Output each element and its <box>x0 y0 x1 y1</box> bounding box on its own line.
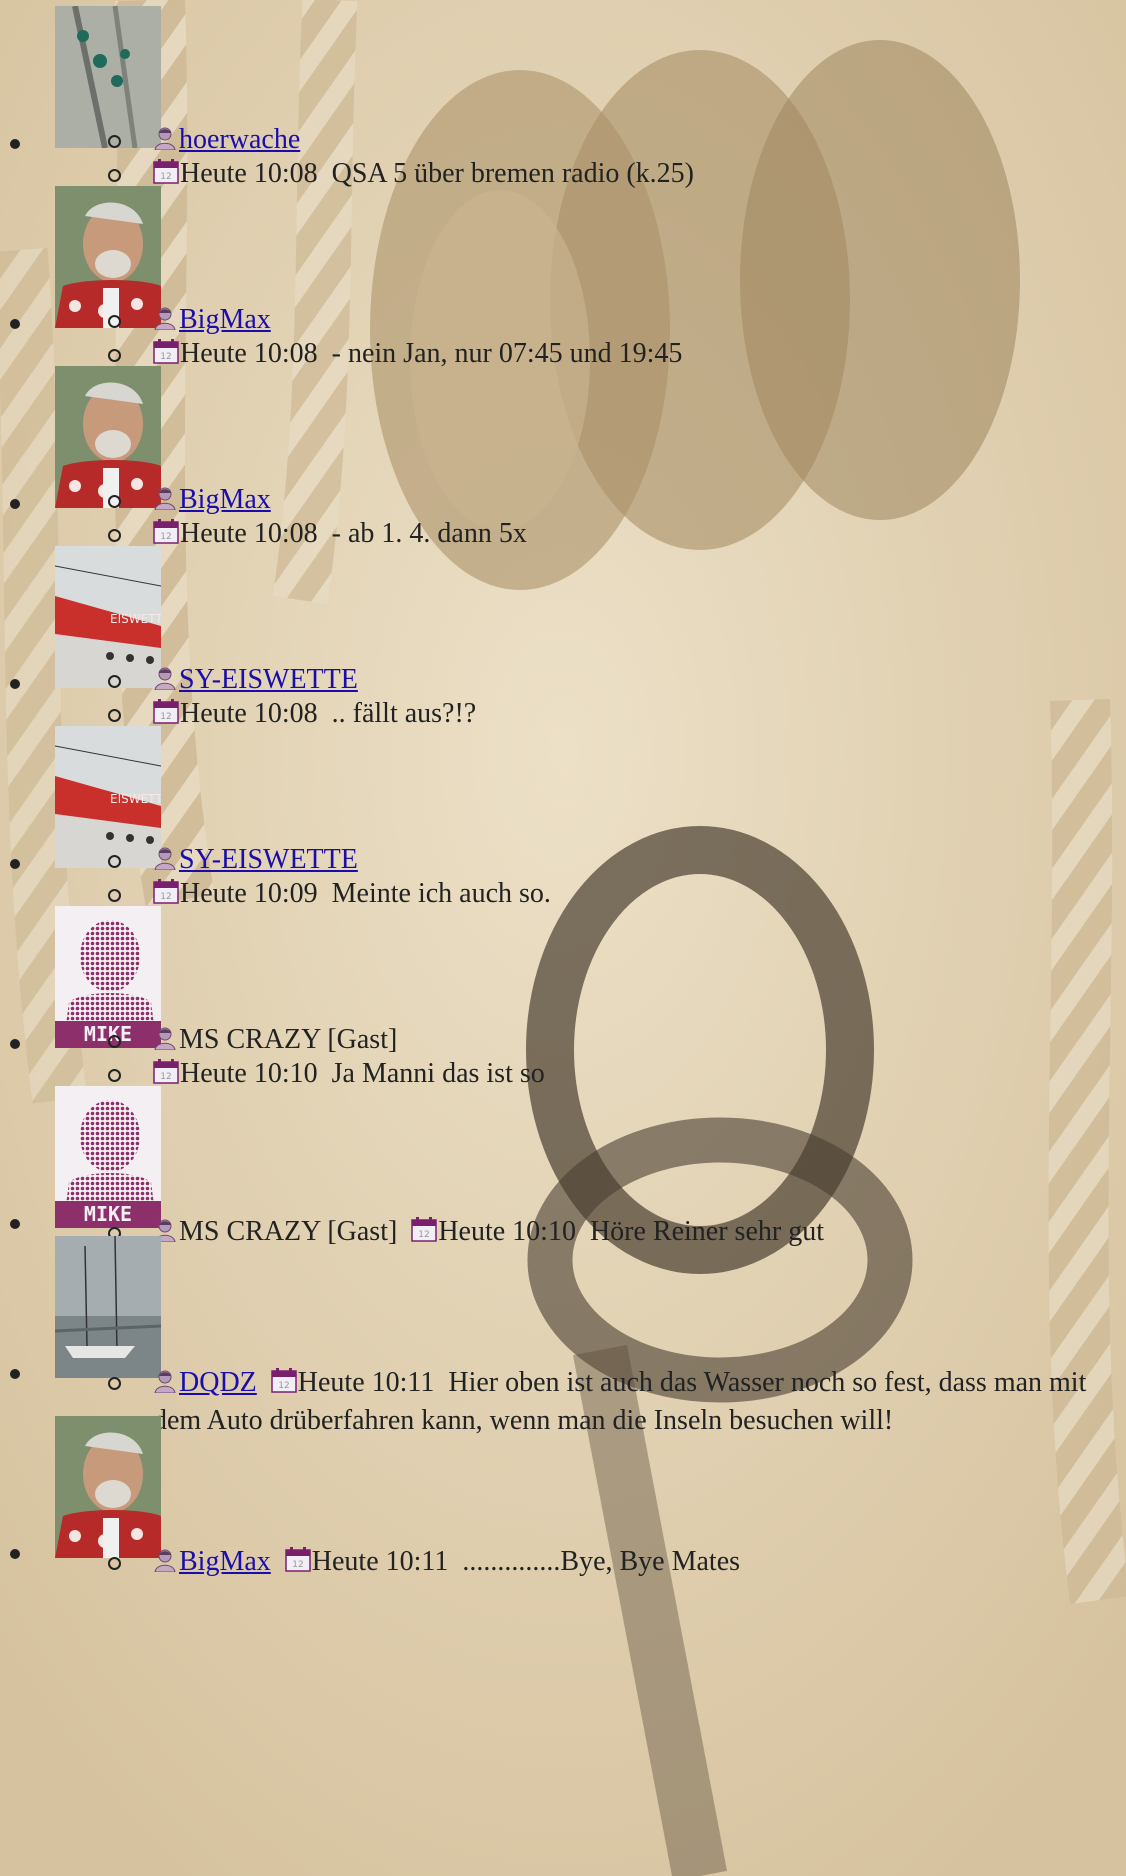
calendar-icon: 12 <box>271 1368 297 1393</box>
user-icon <box>154 1027 176 1050</box>
user-icon <box>154 847 176 870</box>
sub-bullet <box>108 1377 121 1390</box>
message-text: Meinte ich auch so. <box>331 878 551 909</box>
username-link[interactable]: BigMax <box>179 484 271 515</box>
sub-bullet <box>108 349 121 362</box>
calendar-icon: 12 <box>411 1217 438 1242</box>
svg-text:EISWETTE: EISWETTE <box>110 792 161 806</box>
message-text: Höre Reiner sehr gut <box>589 1216 824 1247</box>
avatar <box>55 186 161 328</box>
avatar: EISWETTE <box>55 546 161 688</box>
user-icon <box>154 307 176 330</box>
calendar-icon: 12 <box>153 879 179 904</box>
timestamp: Heute 10:08 <box>180 518 318 549</box>
list-bullet <box>10 679 20 689</box>
sub-bullet <box>108 315 121 328</box>
username-link[interactable]: BigMax <box>179 304 271 335</box>
username-link[interactable]: hoerwache <box>179 124 300 155</box>
timestamp: Heute 10:11 <box>297 1367 435 1398</box>
username: MS CRAZY [Gast] <box>179 1216 398 1247</box>
timestamp: Heute 10:08 <box>180 698 318 729</box>
message-text: - ab 1. 4. dann 5x <box>331 518 527 549</box>
calendar-icon: 12 <box>285 1547 311 1572</box>
message-text: QSA 5 über bremen radio (k.25) <box>331 158 694 189</box>
list-bullet <box>10 319 20 329</box>
sub-bullet <box>108 855 121 868</box>
background-winch-image <box>0 0 1126 1876</box>
sub-bullet <box>108 1035 121 1048</box>
avatar <box>55 1416 161 1558</box>
sub-bullet <box>108 889 121 902</box>
user-icon <box>154 1370 176 1393</box>
user-icon <box>154 127 176 150</box>
svg-text:12: 12 <box>292 1560 303 1570</box>
username: MS CRAZY [Gast] <box>179 1024 398 1055</box>
svg-text:12: 12 <box>278 1381 289 1391</box>
svg-text:12: 12 <box>160 532 171 542</box>
sub-bullet <box>108 675 121 688</box>
message-text: .. fällt aus?!? <box>331 698 477 729</box>
list-bullet <box>10 499 20 509</box>
svg-text:MIKE: MIKE <box>84 1202 132 1226</box>
list-bullet <box>10 1369 20 1379</box>
timestamp: Heute 10:08 <box>180 338 318 369</box>
username-link[interactable]: DQDZ <box>179 1367 257 1398</box>
avatar: MIKE <box>55 906 161 1048</box>
sub-bullet <box>108 709 121 722</box>
username-link[interactable]: SY-EISWETTE <box>179 844 358 875</box>
timestamp: Heute 10:09 <box>180 878 318 909</box>
sub-bullet <box>108 1069 121 1082</box>
sub-bullet <box>108 495 121 508</box>
sub-bullet <box>108 529 121 542</box>
calendar-icon: 12 <box>153 519 179 544</box>
svg-text:12: 12 <box>160 352 171 362</box>
list-bullet <box>10 1039 20 1049</box>
sub-bullet <box>108 1557 121 1570</box>
user-icon <box>154 667 176 690</box>
avatar <box>55 6 161 148</box>
svg-text:12: 12 <box>160 892 171 902</box>
calendar-icon: 12 <box>153 159 179 184</box>
list-bullet <box>10 1549 20 1559</box>
username-link[interactable]: SY-EISWETTE <box>179 664 358 695</box>
svg-text:12: 12 <box>419 1230 430 1240</box>
timestamp: Heute 10:10 <box>180 1058 318 1089</box>
calendar-icon: 12 <box>153 1059 179 1084</box>
avatar: MIKE <box>55 1086 161 1228</box>
avatar <box>55 1236 161 1378</box>
list-bullet <box>10 859 20 869</box>
calendar-icon: 12 <box>153 339 179 364</box>
svg-text:EISWETTE: EISWETTE <box>110 612 161 626</box>
message-text: - nein Jan, nur 07:45 und 19:45 <box>331 338 683 369</box>
calendar-icon: 12 <box>153 699 179 724</box>
username-link[interactable]: BigMax <box>179 1546 271 1577</box>
avatar: EISWETTE <box>55 726 161 868</box>
sub-bullet <box>108 169 121 182</box>
message-text: Ja Manni das ist so <box>331 1058 545 1089</box>
svg-text:12: 12 <box>160 712 171 722</box>
timestamp: Heute 10:11 <box>311 1546 449 1577</box>
timestamp: Heute 10:10 <box>438 1216 576 1247</box>
timestamp: Heute 10:08 <box>180 158 318 189</box>
list-bullet <box>10 1219 20 1229</box>
message-text: ..............Bye, Bye Mates <box>462 1546 741 1577</box>
avatar <box>55 366 161 508</box>
svg-text:12: 12 <box>160 1072 171 1082</box>
user-icon <box>154 1549 176 1572</box>
list-bullet <box>10 139 20 149</box>
user-icon <box>154 487 176 510</box>
sub-bullet <box>108 135 121 148</box>
svg-text:12: 12 <box>160 172 171 182</box>
